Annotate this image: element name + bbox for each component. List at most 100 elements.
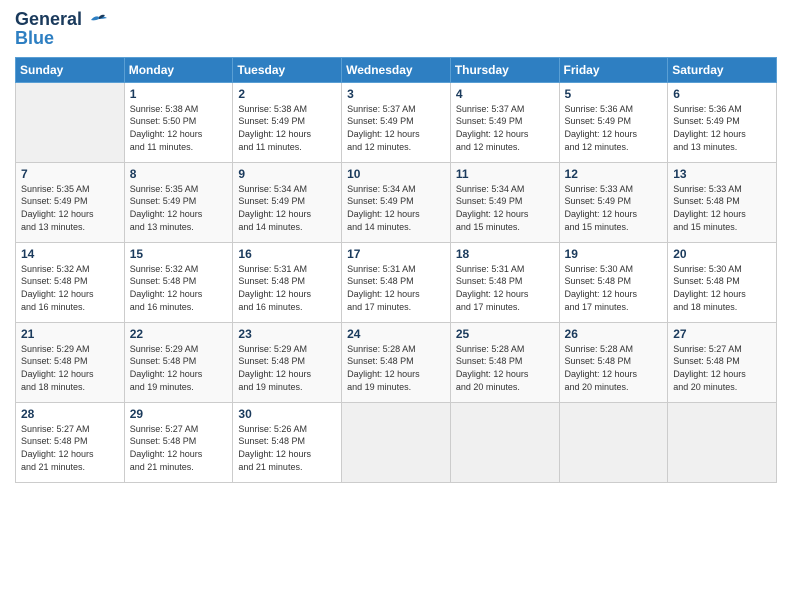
day-info: Sunrise: 5:31 AM Sunset: 5:48 PM Dayligh… <box>238 263 336 313</box>
calendar-cell: 15 Sunrise: 5:32 AM Sunset: 5:48 PM Dayl… <box>124 242 233 322</box>
weekday-header-thursday: Thursday <box>450 57 559 82</box>
day-info: Sunrise: 5:29 AM Sunset: 5:48 PM Dayligh… <box>21 343 119 393</box>
day-info: Sunrise: 5:37 AM Sunset: 5:49 PM Dayligh… <box>347 103 445 153</box>
logo: General Blue <box>15 10 109 49</box>
day-info: Sunrise: 5:27 AM Sunset: 5:48 PM Dayligh… <box>21 423 119 473</box>
day-info: Sunrise: 5:37 AM Sunset: 5:49 PM Dayligh… <box>456 103 554 153</box>
day-info: Sunrise: 5:33 AM Sunset: 5:48 PM Dayligh… <box>673 183 771 233</box>
calendar-cell <box>450 402 559 482</box>
day-number: 14 <box>21 247 119 261</box>
day-number: 2 <box>238 87 336 101</box>
day-info: Sunrise: 5:33 AM Sunset: 5:49 PM Dayligh… <box>565 183 663 233</box>
day-number: 17 <box>347 247 445 261</box>
day-number: 23 <box>238 327 336 341</box>
calendar-cell: 1 Sunrise: 5:38 AM Sunset: 5:50 PM Dayli… <box>124 82 233 162</box>
calendar-cell: 13 Sunrise: 5:33 AM Sunset: 5:48 PM Dayl… <box>668 162 777 242</box>
calendar-cell: 9 Sunrise: 5:34 AM Sunset: 5:49 PM Dayli… <box>233 162 342 242</box>
day-info: Sunrise: 5:35 AM Sunset: 5:49 PM Dayligh… <box>21 183 119 233</box>
day-info: Sunrise: 5:34 AM Sunset: 5:49 PM Dayligh… <box>238 183 336 233</box>
calendar-cell: 24 Sunrise: 5:28 AM Sunset: 5:48 PM Dayl… <box>342 322 451 402</box>
day-number: 5 <box>565 87 663 101</box>
weekday-header-tuesday: Tuesday <box>233 57 342 82</box>
calendar-cell: 17 Sunrise: 5:31 AM Sunset: 5:48 PM Dayl… <box>342 242 451 322</box>
weekday-header-wednesday: Wednesday <box>342 57 451 82</box>
calendar-cell: 30 Sunrise: 5:26 AM Sunset: 5:48 PM Dayl… <box>233 402 342 482</box>
weekday-header-saturday: Saturday <box>668 57 777 82</box>
calendar-cell: 12 Sunrise: 5:33 AM Sunset: 5:49 PM Dayl… <box>559 162 668 242</box>
day-number: 8 <box>130 167 228 181</box>
day-number: 9 <box>238 167 336 181</box>
day-number: 29 <box>130 407 228 421</box>
day-info: Sunrise: 5:27 AM Sunset: 5:48 PM Dayligh… <box>130 423 228 473</box>
day-number: 16 <box>238 247 336 261</box>
day-info: Sunrise: 5:36 AM Sunset: 5:49 PM Dayligh… <box>673 103 771 153</box>
calendar-cell: 21 Sunrise: 5:29 AM Sunset: 5:48 PM Dayl… <box>16 322 125 402</box>
day-info: Sunrise: 5:30 AM Sunset: 5:48 PM Dayligh… <box>673 263 771 313</box>
calendar-cell <box>559 402 668 482</box>
weekday-header-sunday: Sunday <box>16 57 125 82</box>
day-info: Sunrise: 5:28 AM Sunset: 5:48 PM Dayligh… <box>565 343 663 393</box>
calendar-cell: 8 Sunrise: 5:35 AM Sunset: 5:49 PM Dayli… <box>124 162 233 242</box>
day-number: 3 <box>347 87 445 101</box>
calendar-cell <box>16 82 125 162</box>
weekday-header-row: SundayMondayTuesdayWednesdayThursdayFrid… <box>16 57 777 82</box>
calendar-cell: 25 Sunrise: 5:28 AM Sunset: 5:48 PM Dayl… <box>450 322 559 402</box>
day-number: 20 <box>673 247 771 261</box>
week-row-5: 28 Sunrise: 5:27 AM Sunset: 5:48 PM Dayl… <box>16 402 777 482</box>
day-info: Sunrise: 5:38 AM Sunset: 5:49 PM Dayligh… <box>238 103 336 153</box>
day-number: 12 <box>565 167 663 181</box>
day-info: Sunrise: 5:35 AM Sunset: 5:49 PM Dayligh… <box>130 183 228 233</box>
logo-blue-text: Blue <box>15 28 54 49</box>
week-row-1: 1 Sunrise: 5:38 AM Sunset: 5:50 PM Dayli… <box>16 82 777 162</box>
day-number: 6 <box>673 87 771 101</box>
day-info: Sunrise: 5:31 AM Sunset: 5:48 PM Dayligh… <box>456 263 554 313</box>
day-info: Sunrise: 5:29 AM Sunset: 5:48 PM Dayligh… <box>238 343 336 393</box>
weekday-header-friday: Friday <box>559 57 668 82</box>
calendar-cell: 28 Sunrise: 5:27 AM Sunset: 5:48 PM Dayl… <box>16 402 125 482</box>
calendar-cell: 7 Sunrise: 5:35 AM Sunset: 5:49 PM Dayli… <box>16 162 125 242</box>
calendar-cell: 29 Sunrise: 5:27 AM Sunset: 5:48 PM Dayl… <box>124 402 233 482</box>
calendar-cell: 5 Sunrise: 5:36 AM Sunset: 5:49 PM Dayli… <box>559 82 668 162</box>
header: General Blue <box>15 10 777 49</box>
day-info: Sunrise: 5:32 AM Sunset: 5:48 PM Dayligh… <box>21 263 119 313</box>
day-info: Sunrise: 5:34 AM Sunset: 5:49 PM Dayligh… <box>456 183 554 233</box>
day-info: Sunrise: 5:29 AM Sunset: 5:48 PM Dayligh… <box>130 343 228 393</box>
week-row-4: 21 Sunrise: 5:29 AM Sunset: 5:48 PM Dayl… <box>16 322 777 402</box>
day-number: 26 <box>565 327 663 341</box>
day-number: 25 <box>456 327 554 341</box>
day-number: 27 <box>673 327 771 341</box>
day-info: Sunrise: 5:28 AM Sunset: 5:48 PM Dayligh… <box>347 343 445 393</box>
bird-icon <box>89 13 109 27</box>
calendar-cell: 6 Sunrise: 5:36 AM Sunset: 5:49 PM Dayli… <box>668 82 777 162</box>
day-number: 18 <box>456 247 554 261</box>
day-info: Sunrise: 5:30 AM Sunset: 5:48 PM Dayligh… <box>565 263 663 313</box>
day-info: Sunrise: 5:28 AM Sunset: 5:48 PM Dayligh… <box>456 343 554 393</box>
calendar-cell: 11 Sunrise: 5:34 AM Sunset: 5:49 PM Dayl… <box>450 162 559 242</box>
calendar-cell: 27 Sunrise: 5:27 AM Sunset: 5:48 PM Dayl… <box>668 322 777 402</box>
day-info: Sunrise: 5:31 AM Sunset: 5:48 PM Dayligh… <box>347 263 445 313</box>
calendar-cell <box>342 402 451 482</box>
calendar-cell: 16 Sunrise: 5:31 AM Sunset: 5:48 PM Dayl… <box>233 242 342 322</box>
week-row-2: 7 Sunrise: 5:35 AM Sunset: 5:49 PM Dayli… <box>16 162 777 242</box>
week-row-3: 14 Sunrise: 5:32 AM Sunset: 5:48 PM Dayl… <box>16 242 777 322</box>
calendar-cell <box>668 402 777 482</box>
calendar-cell: 22 Sunrise: 5:29 AM Sunset: 5:48 PM Dayl… <box>124 322 233 402</box>
day-info: Sunrise: 5:34 AM Sunset: 5:49 PM Dayligh… <box>347 183 445 233</box>
weekday-header-monday: Monday <box>124 57 233 82</box>
day-number: 7 <box>21 167 119 181</box>
calendar-cell: 19 Sunrise: 5:30 AM Sunset: 5:48 PM Dayl… <box>559 242 668 322</box>
day-number: 10 <box>347 167 445 181</box>
day-info: Sunrise: 5:26 AM Sunset: 5:48 PM Dayligh… <box>238 423 336 473</box>
calendar-cell: 26 Sunrise: 5:28 AM Sunset: 5:48 PM Dayl… <box>559 322 668 402</box>
calendar-cell: 14 Sunrise: 5:32 AM Sunset: 5:48 PM Dayl… <box>16 242 125 322</box>
day-info: Sunrise: 5:38 AM Sunset: 5:50 PM Dayligh… <box>130 103 228 153</box>
calendar-cell: 10 Sunrise: 5:34 AM Sunset: 5:49 PM Dayl… <box>342 162 451 242</box>
calendar-cell: 2 Sunrise: 5:38 AM Sunset: 5:49 PM Dayli… <box>233 82 342 162</box>
calendar-cell: 18 Sunrise: 5:31 AM Sunset: 5:48 PM Dayl… <box>450 242 559 322</box>
day-number: 30 <box>238 407 336 421</box>
day-number: 11 <box>456 167 554 181</box>
day-number: 15 <box>130 247 228 261</box>
day-number: 21 <box>21 327 119 341</box>
calendar-cell: 3 Sunrise: 5:37 AM Sunset: 5:49 PM Dayli… <box>342 82 451 162</box>
day-info: Sunrise: 5:36 AM Sunset: 5:49 PM Dayligh… <box>565 103 663 153</box>
